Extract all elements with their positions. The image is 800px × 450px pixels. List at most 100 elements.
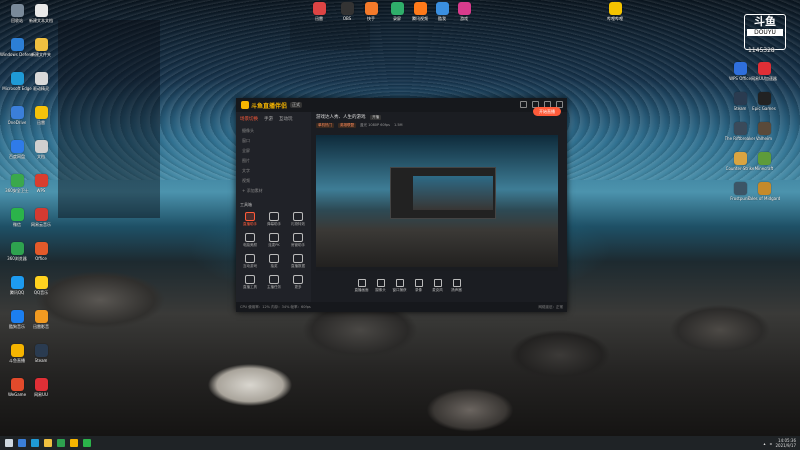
app-shortcut-icon [34, 140, 48, 153]
bottom-tool[interactable]: 直播画面 [352, 279, 371, 293]
scene-item[interactable]: 文字 [236, 166, 311, 176]
app-shortcut-icon [757, 92, 771, 105]
explorer-icon[interactable] [44, 439, 52, 447]
desktop-icon-left-17[interactable]: QQ音乐 [24, 274, 58, 306]
meta-subcategory[interactable]: 英雄联盟 [338, 123, 356, 128]
scene-item[interactable]: 摄像头 [236, 126, 311, 136]
desktop-icon-left-1[interactable]: 新建文本文档 [24, 2, 58, 34]
desktop-icon-left-7[interactable]: 迅雷 [24, 104, 58, 136]
desktop-icon-left-19[interactable]: 迅雷影音 [24, 308, 58, 340]
bottom-tool[interactable]: 扬声器 [447, 279, 466, 293]
app-shortcut-icon [34, 276, 48, 289]
app-shortcut-icon [10, 72, 24, 85]
tool-item[interactable]: 直播数据 [286, 254, 310, 269]
app-shortcut-icon [34, 344, 48, 357]
tool-label: 互动游戏 [243, 264, 257, 268]
scene-list: 摄像头 窗口 全屏 图片 文字 视频 + 添加素材 [236, 126, 311, 196]
desktop-icon-left-13[interactable]: 网易云音乐 [24, 206, 58, 238]
tool-icon [269, 254, 279, 263]
desktop-icon-left-9[interactable]: 文档 [24, 138, 58, 170]
tool-item[interactable]: 直播助手 [238, 212, 262, 227]
watermark-room-id: 1145328 [748, 47, 775, 54]
tab-mobile[interactable]: 手游 [264, 116, 273, 122]
start-icon[interactable] [5, 439, 13, 447]
wechat-taskbar-icon[interactable] [83, 439, 91, 447]
tool-item[interactable]: 电脑美颜 [238, 233, 262, 248]
icon-label: Steam [733, 106, 747, 111]
task-view-icon[interactable] [18, 439, 26, 447]
app-shortcut-icon [10, 344, 24, 357]
scene-item[interactable]: 视频 [236, 176, 311, 186]
icon-label: 新建文件夹 [31, 52, 51, 57]
scene-item[interactable]: 全屏 [236, 146, 311, 156]
start-live-button[interactable]: 开始直播 [533, 107, 561, 116]
bottom-tool-icon [452, 279, 461, 287]
bottom-tool[interactable]: 录像 [409, 279, 428, 293]
tool-item[interactable]: 直播工具 [238, 275, 262, 290]
tool-label: 更多 [294, 285, 302, 289]
bottom-tool[interactable]: 摄像头 [371, 279, 390, 293]
desktop-icon-right-7[interactable]: Minecraft [747, 150, 781, 182]
tool-item[interactable]: 连麦PK [262, 233, 286, 248]
browser-icon[interactable] [57, 439, 65, 447]
scene-item[interactable]: 窗口 [236, 136, 311, 146]
desktop-icon-left-21[interactable]: Steam [24, 342, 58, 374]
icon-label: Steam [34, 358, 48, 363]
tool-icon [293, 254, 303, 263]
desktop-icon-top-6[interactable]: 游戏 [447, 0, 481, 32]
tab-scene[interactable]: 场景切换 [240, 116, 258, 122]
meta-category[interactable]: 单机热门 [316, 123, 334, 128]
desktop-icon-left-23[interactable]: 网易UU [24, 376, 58, 408]
desktop-icon-left-5[interactable]: 驱动精灵 [24, 70, 58, 102]
bottom-tool-icon [357, 279, 366, 287]
app-shortcut-icon [733, 182, 747, 195]
tool-item[interactable]: 礼物特效 [286, 212, 310, 227]
clock[interactable]: 14:05:36 2021/9/17 [775, 438, 796, 448]
app-shortcut-icon [390, 2, 404, 15]
bottom-tool-label: 窗口捕获 [392, 288, 407, 292]
icon-label: 迅雷影音 [33, 324, 49, 329]
scene-item[interactable]: 图片 [236, 156, 311, 166]
icon-label: 录屏 [393, 16, 401, 21]
network-icon[interactable]: ▴ [763, 441, 765, 446]
desktop-icon-right-1[interactable]: 网易UU加速器 [747, 60, 781, 92]
room-title[interactable]: 游戏达人秀、人生的游戏 [316, 115, 366, 120]
app-version-badge[interactable]: 正式 [290, 102, 303, 108]
tool-item[interactable]: 互动游戏 [238, 254, 262, 269]
tool-item[interactable]: 房管助手 [286, 233, 310, 248]
desktop-icon-left-3[interactable]: 新建文件夹 [24, 36, 58, 68]
desktop-icon-top-7[interactable]: 哔哩哔哩 [598, 0, 632, 32]
desktop-icon-left-15[interactable]: Office [24, 240, 58, 272]
app-titlebar[interactable]: 斗鱼直播伴侣 正式 [236, 98, 567, 112]
desktop-icon-right-5[interactable]: Valheim [747, 120, 781, 152]
tool-label: 直播助手 [243, 222, 257, 226]
app-shortcut-icon [757, 122, 771, 135]
tool-item[interactable]: 主播任务 [262, 275, 286, 290]
douyu-taskbar-icon[interactable] [70, 439, 78, 447]
bottom-tool[interactable]: 麦克风 [428, 279, 447, 293]
desktop-icon-right-9[interactable]: Tales of Midgard [747, 180, 781, 212]
stream-preview[interactable] [316, 135, 558, 271]
desktop-icon-right-3[interactable]: Epic Games [747, 90, 781, 122]
app-shortcut-icon [340, 2, 354, 15]
taskbar: ▴ ◂ 14:05:36 2021/9/17 [0, 436, 800, 450]
settings-icon[interactable] [520, 101, 527, 108]
app-logo-icon [241, 101, 249, 109]
bottom-tool[interactable]: 窗口捕获 [390, 279, 409, 293]
edge-icon[interactable] [31, 439, 39, 447]
app-shortcut-icon [364, 2, 378, 15]
tool-label: 电脑美颜 [243, 243, 257, 247]
tool-item[interactable]: 抽奖 [262, 254, 286, 269]
app-shortcut-icon [34, 310, 48, 323]
icon-label: 哔哩哔哩 [607, 16, 623, 21]
tab-interactive[interactable]: 互动玩 [279, 116, 293, 122]
app-shortcut-icon [10, 106, 24, 119]
bottom-tool-label: 直播画面 [354, 288, 369, 292]
tool-label: 直播工具 [243, 285, 257, 289]
tool-item[interactable]: 更多 [286, 275, 310, 290]
tool-item[interactable]: 弹幕助手 [262, 212, 286, 227]
bottom-tool-label: 扬声器 [451, 288, 462, 292]
desktop-icon-left-11[interactable]: WPS [24, 172, 58, 204]
scene-item[interactable]: + 添加素材 [236, 186, 311, 196]
volume-icon[interactable]: ◂ [769, 441, 771, 446]
